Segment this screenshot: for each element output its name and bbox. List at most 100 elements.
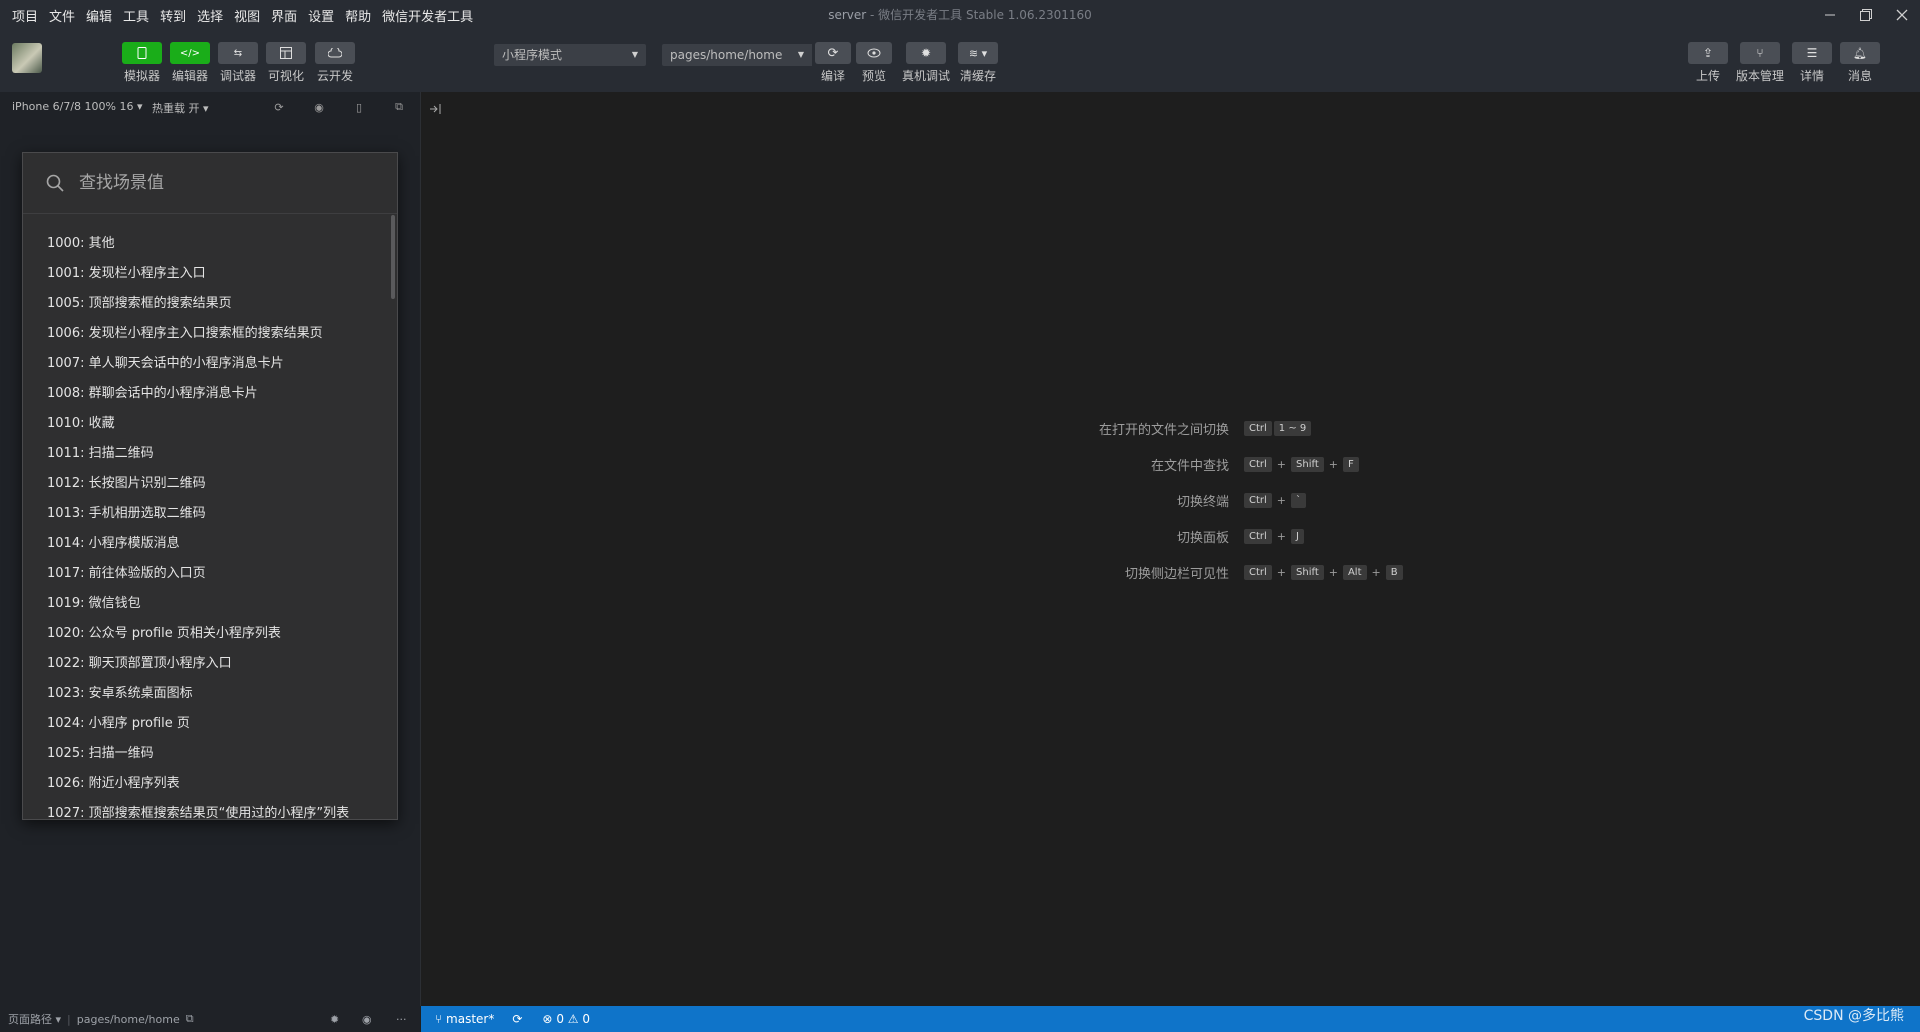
scene-list-item[interactable]: 1000: 其他 xyxy=(23,229,397,259)
reload-icon[interactable]: ⟳ xyxy=(271,99,287,115)
window-controls xyxy=(1812,0,1920,30)
scene-list-item[interactable]: 1027: 顶部搜索框搜索结果页“使用过的小程序”列表 xyxy=(23,799,397,819)
scene-search-input[interactable] xyxy=(77,172,361,194)
visual-toggle[interactable]: 可视化 xyxy=(266,42,306,84)
eye-icon xyxy=(856,42,892,64)
details-label: 详情 xyxy=(1799,69,1824,83)
debugger-toggle[interactable]: ⇆ 调试器 xyxy=(218,42,258,84)
minimize-button[interactable] xyxy=(1812,0,1848,30)
menu-wechat-devtools[interactable]: 微信开发者工具 xyxy=(382,6,473,25)
watermark: CSDN @多比熊 xyxy=(1803,1008,1904,1024)
visual-label: 可视化 xyxy=(267,69,304,83)
status-bar: ⑂ master* ⟳ ⊗ 0 ⚠ 0 xyxy=(421,1006,1920,1032)
phone-frame-icon[interactable]: ▯ xyxy=(351,99,367,115)
eye-icon[interactable]: ◉ xyxy=(362,1013,372,1026)
scene-list-item[interactable]: 1013: 手机相册选取二维码 xyxy=(23,499,397,529)
menu-file[interactable]: 文件 xyxy=(49,6,75,25)
key-separator: + xyxy=(1276,493,1287,507)
scene-list-item[interactable]: 1019: 微信钱包 xyxy=(23,589,397,619)
avatar[interactable] xyxy=(12,43,42,73)
detach-window-icon[interactable]: ⧉ xyxy=(391,99,407,115)
scene-list-item[interactable]: 1011: 扫描二维码 xyxy=(23,439,397,469)
menu-project[interactable]: 项目 xyxy=(12,6,38,25)
messages-button[interactable]: 🔔︎ 消息 xyxy=(1840,42,1880,84)
hot-reload-toggle[interactable]: 热重载 开 ▾ xyxy=(152,100,209,116)
scene-list-item[interactable]: 1023: 安卓系统桌面图标 xyxy=(23,679,397,709)
cloud-icon xyxy=(315,42,355,64)
key-cap: ` xyxy=(1291,492,1307,508)
version-control-label: 版本管理 xyxy=(1736,69,1785,83)
device-select[interactable]: iPhone 6/7/8 100% 16 ▾ xyxy=(12,100,143,113)
scene-list-item[interactable]: 1014: 小程序模版消息 xyxy=(23,529,397,559)
scene-list-item[interactable]: 1026: 附近小程序列表 xyxy=(23,769,397,799)
debugger-label: 调试器 xyxy=(219,69,256,83)
scene-list-item[interactable]: 1001: 发现栏小程序主入口 xyxy=(23,259,397,289)
chevron-down-icon: ▼ xyxy=(631,50,638,59)
menu-edit[interactable]: 编辑 xyxy=(86,6,112,25)
menu-tools[interactable]: 工具 xyxy=(123,6,149,25)
menu-help[interactable]: 帮助 xyxy=(345,6,371,25)
scene-value-popup: 1000: 其他1001: 发现栏小程序主入口1005: 顶部搜索框的搜索结果页… xyxy=(22,152,398,820)
mode-select[interactable]: 小程序模式 ▼ xyxy=(494,44,646,66)
scene-list-item[interactable]: 1020: 公众号 profile 页相关小程序列表 xyxy=(23,619,397,649)
scene-list-item[interactable]: 1005: 顶部搜索框的搜索结果页 xyxy=(23,289,397,319)
version-control-button[interactable]: ⑂ 版本管理 xyxy=(1736,42,1784,84)
details-button[interactable]: ☰ 详情 xyxy=(1792,42,1832,84)
key-cap: B xyxy=(1385,564,1403,580)
key-cap: Ctrl xyxy=(1244,528,1272,544)
scene-list-item[interactable]: 1006: 发现栏小程序主入口搜索框的搜索结果页 xyxy=(23,319,397,349)
problems-indicator[interactable]: ⊗ 0 ⚠ 0 xyxy=(542,1012,590,1026)
compile-page-select[interactable]: pages/home/home ▼ xyxy=(662,44,812,66)
menu-interface[interactable]: 界面 xyxy=(271,6,297,25)
real-device-debug-button[interactable]: ✹ 真机调试 xyxy=(902,42,950,84)
shortcut-row: 在打开的文件之间切换 Ctrl 1 ~ 9 xyxy=(1029,418,1312,438)
restore-button[interactable] xyxy=(1848,0,1884,30)
cloud-dev-toggle[interactable]: 云开发 xyxy=(315,42,355,84)
key-separator: + xyxy=(1371,565,1381,579)
cloud-dev-label: 云开发 xyxy=(316,69,353,83)
more-icon[interactable]: ··· xyxy=(396,1013,407,1026)
real-device-debug-label: 真机调试 xyxy=(902,69,951,83)
compile-label: 编译 xyxy=(820,69,845,83)
messages-label: 消息 xyxy=(1847,69,1872,83)
scene-list: 1000: 其他 1001: 发现栏小程序主入口 1005: 顶部搜索框的搜索结果页… xyxy=(23,229,397,819)
menu-goto[interactable]: 转到 xyxy=(160,6,186,25)
key-separator: + xyxy=(1276,529,1287,543)
menu-settings[interactable]: 设置 xyxy=(308,6,334,25)
bug-icon: ✹ xyxy=(906,42,946,64)
clear-cache-button[interactable]: ≋ ▾ 清缓存 xyxy=(958,42,998,84)
page-path-dropdown[interactable]: 页面路径 ▾ xyxy=(8,1011,61,1027)
close-button[interactable] xyxy=(1884,0,1920,30)
editor-area: 在打开的文件之间切换 Ctrl 1 ~ 9 在文件中查找 Ctrl + Shift + F 切换终… xyxy=(421,92,1920,1006)
menu-select[interactable]: 选择 xyxy=(197,6,223,25)
simulator-toggle[interactable]: 模拟器 xyxy=(122,42,162,84)
scene-list-item[interactable]: 1022: 聊天顶部置顶小程序入口 xyxy=(23,649,397,679)
scene-list-item[interactable]: 1024: 小程序 profile 页 xyxy=(23,709,397,739)
copy-icon[interactable]: ⧉ xyxy=(186,1012,194,1026)
bug-icon[interactable]: ✹ xyxy=(330,1013,339,1026)
shortcut-row: 切换侧边栏可见性 Ctrl + Shift + Alt + B xyxy=(1029,562,1404,582)
scene-list-item[interactable]: 1007: 单人聊天会话中的小程序消息卡片 xyxy=(23,349,397,379)
scene-list-item[interactable]: 1017: 前往体验版的入口页 xyxy=(23,559,397,589)
shortcut-row: 切换终端 Ctrl + ` xyxy=(1029,490,1307,510)
git-branch-icon: ⑂ xyxy=(435,1012,443,1026)
compile-button[interactable]: ⟳ 编译 xyxy=(815,42,851,84)
key-cap: F xyxy=(1342,456,1359,472)
scene-list-item[interactable]: 1012: 长按图片识别二维码 xyxy=(23,469,397,499)
scene-list-item[interactable]: 1010: 收藏 xyxy=(23,409,397,439)
minimize-icon xyxy=(1825,14,1835,16)
editor-toggle[interactable]: </> 编辑器 xyxy=(170,42,210,84)
key-cap: 1 ~ 9 xyxy=(1273,420,1312,436)
phone-icon xyxy=(122,42,162,64)
key-cap: J xyxy=(1291,528,1304,544)
upload-button[interactable]: ⇪ 上传 xyxy=(1688,42,1728,84)
stop-icon[interactable]: ◉ xyxy=(311,99,327,115)
branch-indicator[interactable]: ⑂ master* xyxy=(435,1012,494,1026)
scene-list-item[interactable]: 1008: 群聊会话中的小程序消息卡片 xyxy=(23,379,397,409)
collapse-sidebar-icon[interactable] xyxy=(429,102,443,116)
sync-icon[interactable]: ⟳ xyxy=(512,1012,522,1026)
scene-list-item[interactable]: 1025: 扫描一维码 xyxy=(23,739,397,769)
key-cap: Ctrl xyxy=(1244,456,1272,472)
preview-button[interactable]: 预览 xyxy=(856,42,892,84)
menu-view[interactable]: 视图 xyxy=(234,6,260,25)
